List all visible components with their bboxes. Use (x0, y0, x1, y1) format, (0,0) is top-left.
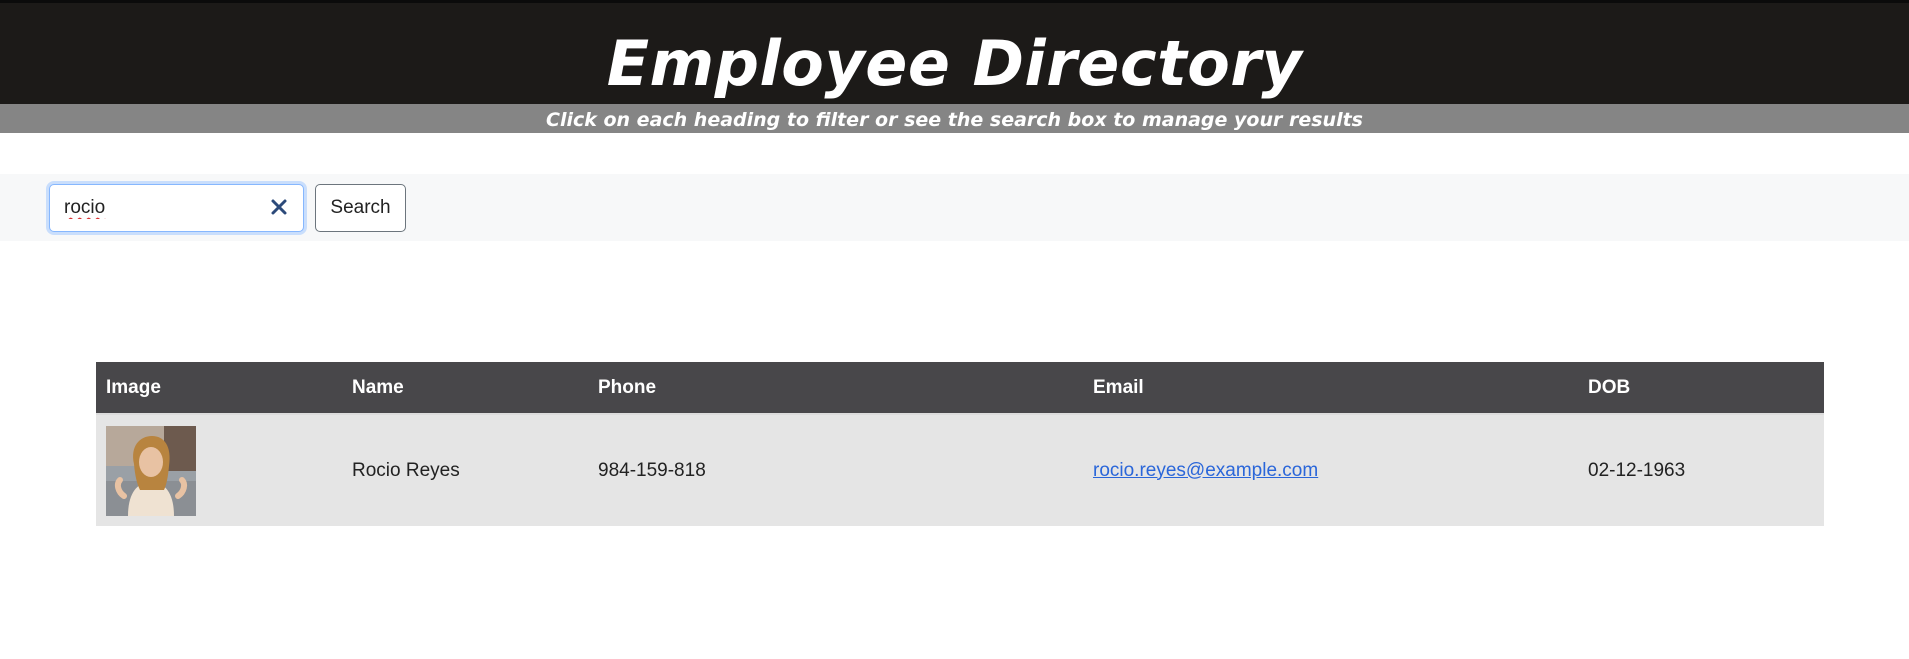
column-header-email[interactable]: Email (1083, 362, 1578, 415)
search-bar: Search (0, 174, 1909, 241)
page-title: Employee Directory (606, 27, 1303, 100)
column-header-dob[interactable]: DOB (1578, 362, 1824, 415)
table-header-row: Image Name Phone Email DOB (96, 362, 1824, 415)
page-subtitle: Click on each heading to filter or see t… (546, 109, 1363, 131)
email-link[interactable]: rocio.reyes@example.com (1093, 460, 1318, 481)
search-box (49, 184, 304, 232)
employee-photo (106, 425, 196, 516)
column-header-phone[interactable]: Phone (588, 362, 1083, 415)
search-input[interactable] (64, 195, 254, 221)
subtitle-bar: Click on each heading to filter or see t… (0, 104, 1909, 133)
search-button[interactable]: Search (315, 184, 406, 232)
employee-table-container: Image Name Phone Email DOB Rocio Reyes 9… (96, 362, 1824, 526)
table-row: Rocio Reyes 984-159-818 rocio.reyes@exam… (96, 414, 1824, 526)
cell-dob: 02-12-1963 (1588, 459, 1686, 481)
employee-table: Image Name Phone Email DOB Rocio Reyes 9… (96, 362, 1824, 526)
column-header-image[interactable]: Image (96, 362, 342, 415)
header-banner: Employee Directory (0, 0, 1909, 104)
cell-image (96, 414, 342, 526)
column-header-name[interactable]: Name (342, 362, 588, 415)
clear-icon[interactable] (269, 197, 289, 217)
cell-email: rocio.reyes@example.com (1083, 414, 1578, 526)
cell-name: Rocio Reyes (352, 459, 460, 481)
cell-phone: 984-159-818 (598, 459, 706, 481)
